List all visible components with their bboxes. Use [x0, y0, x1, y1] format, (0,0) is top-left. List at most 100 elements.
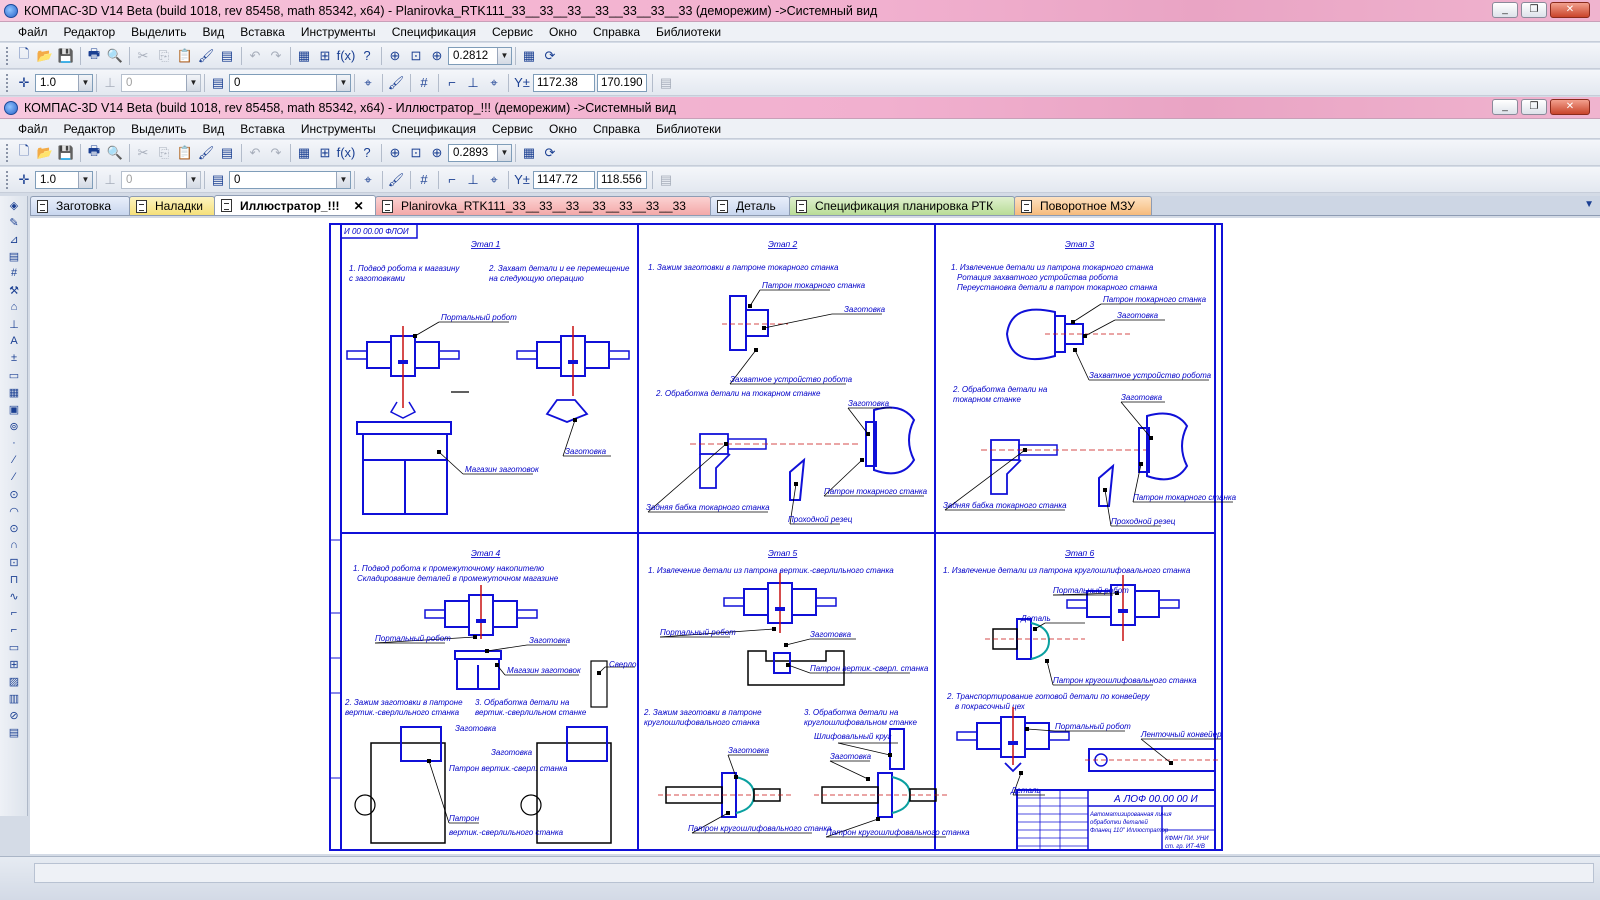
chevron-down-icon[interactable]: ▼: [336, 171, 350, 188]
inner-minimize-button[interactable]: _: [1492, 99, 1518, 115]
tab-5[interactable]: Спецификация планировка РТК: [789, 196, 1015, 215]
toolbar-grip[interactable]: [6, 143, 10, 162]
refresh-icon[interactable]: ⟳: [540, 46, 560, 66]
format-brush-icon[interactable]: 🖌: [386, 73, 406, 93]
zoom-window-icon[interactable]: ⊡: [406, 143, 426, 163]
compact-tool-17-icon[interactable]: ⊙: [4, 486, 24, 502]
compact-tool-5-icon[interactable]: ⚒: [4, 282, 24, 298]
ortho-icon[interactable]: ⊥: [100, 170, 120, 190]
compact-tool-29-icon[interactable]: ▥: [4, 690, 24, 706]
menu-item-9[interactable]: Справка: [585, 25, 648, 39]
cursor-icon[interactable]: ✛: [14, 170, 34, 190]
compact-tool-8-icon[interactable]: A: [4, 333, 24, 349]
chevron-down-icon[interactable]: ▼: [497, 144, 511, 161]
tab-0[interactable]: Заготовка: [30, 196, 130, 215]
grid-icon[interactable]: #: [414, 73, 434, 93]
coord-y-field[interactable]: 170.190: [597, 73, 647, 92]
ortho-icon[interactable]: ⊥: [463, 170, 483, 190]
chevron-down-icon[interactable]: ▼: [186, 74, 200, 91]
compact-tool-26-icon[interactable]: ▭: [4, 639, 24, 655]
compact-tool-9-icon[interactable]: ±: [4, 350, 24, 366]
ortho-icon[interactable]: ⊥: [463, 73, 483, 93]
compact-tool-31-icon[interactable]: ▤: [4, 724, 24, 740]
properties-icon[interactable]: ▤: [656, 170, 676, 190]
format-brush-icon[interactable]: 🖌: [386, 170, 406, 190]
compact-tool-23-icon[interactable]: ∿: [4, 588, 24, 604]
open-folder-icon[interactable]: 📂: [35, 46, 55, 66]
compact-tool-16-icon[interactable]: ⁄: [4, 469, 24, 485]
chevron-down-icon[interactable]: ▼: [497, 47, 511, 64]
copy-icon[interactable]: ⎘: [154, 143, 174, 163]
outer-minimize-button[interactable]: _: [1492, 2, 1518, 18]
menu-item-6[interactable]: Спецификация: [384, 122, 484, 136]
compact-tool-19-icon[interactable]: ⊙: [4, 520, 24, 536]
compact-tool-11-icon[interactable]: ▦: [4, 384, 24, 400]
compact-tool-4-icon[interactable]: #: [4, 265, 24, 281]
coord-y-field[interactable]: 118.556: [597, 170, 647, 189]
menu-item-8[interactable]: Окно: [541, 122, 585, 136]
compact-tool-6-icon[interactable]: ⌂: [4, 299, 24, 315]
coords-icon[interactable]: Y±: [512, 73, 532, 93]
model-tree-icon[interactable]: ▦: [294, 143, 314, 163]
print-icon[interactable]: 🖶: [84, 46, 104, 66]
redo-icon[interactable]: ↷: [266, 143, 286, 163]
tab-2[interactable]: Иллюстратор_!!! ✕: [214, 195, 376, 215]
format-brush-icon[interactable]: 🖌: [196, 46, 216, 66]
scale-combo[interactable]: 1.0 ▼: [35, 170, 93, 189]
menu-item-10[interactable]: Библиотеки: [648, 122, 729, 136]
properties-icon[interactable]: ▤: [208, 73, 228, 93]
compact-tool-13-icon[interactable]: ⊚: [4, 418, 24, 434]
zoom-window-icon[interactable]: ⊡: [406, 46, 426, 66]
compact-tool-18-icon[interactable]: ◠: [4, 503, 24, 519]
new-document-icon[interactable]: 🗋: [14, 143, 34, 163]
coord-x-field[interactable]: 1147.72: [533, 170, 595, 189]
ortho-icon[interactable]: ⊥: [100, 73, 120, 93]
chevron-down-icon[interactable]: ▼: [78, 74, 92, 91]
compact-tool-14-icon[interactable]: ·: [4, 435, 24, 451]
zoom-combo[interactable]: 0.2812 ▼: [448, 46, 512, 65]
snap-icon[interactable]: ⌖: [358, 73, 378, 93]
toolbar-grip[interactable]: [6, 170, 10, 189]
save-icon[interactable]: 💾: [56, 46, 76, 66]
tab-1[interactable]: Наладки: [129, 196, 215, 215]
tab-6[interactable]: Поворотное МЗУ: [1014, 196, 1152, 215]
tab-4[interactable]: Деталь: [710, 196, 790, 215]
angle-combo[interactable]: 0 ▼: [121, 73, 201, 92]
menu-item-6[interactable]: Спецификация: [384, 25, 484, 39]
tabs-menu-arrow-icon[interactable]: ▼: [1584, 199, 1594, 210]
compact-tool-7-icon[interactable]: ⊥: [4, 316, 24, 332]
compact-tool-28-icon[interactable]: ▨: [4, 673, 24, 689]
chevron-down-icon[interactable]: ▼: [78, 171, 92, 188]
compact-tool-24-icon[interactable]: ⌐: [4, 605, 24, 621]
compact-tool-15-icon[interactable]: ⁄: [4, 452, 24, 468]
menu-item-8[interactable]: Окно: [541, 25, 585, 39]
menu-item-2[interactable]: Выделить: [123, 25, 194, 39]
variables-icon[interactable]: ⊞: [315, 143, 335, 163]
toolbar-grip[interactable]: [6, 46, 10, 65]
compact-tool-0-icon[interactable]: ◈: [4, 197, 24, 213]
layer-combo[interactable]: 0 ▼: [229, 73, 351, 92]
menu-item-3[interactable]: Вид: [195, 122, 233, 136]
print-icon[interactable]: 🖶: [84, 143, 104, 163]
zoom-icon[interactable]: ⊕: [427, 143, 447, 163]
tab-3[interactable]: Planirovka_RTK111_33__33__33__33__33__33…: [375, 196, 711, 215]
zoom-icon[interactable]: ⊕: [427, 46, 447, 66]
zoom-fit-icon[interactable]: ⊕: [385, 46, 405, 66]
save-icon[interactable]: 💾: [56, 143, 76, 163]
variables-icon[interactable]: ⊞: [315, 46, 335, 66]
compact-tool-12-icon[interactable]: ▣: [4, 401, 24, 417]
scale-combo[interactable]: 1.0 ▼: [35, 73, 93, 92]
compact-tool-1-icon[interactable]: ✎: [4, 214, 24, 230]
compact-tool-25-icon[interactable]: ⌐: [4, 622, 24, 638]
angle-combo[interactable]: 0 ▼: [121, 170, 201, 189]
open-folder-icon[interactable]: 📂: [35, 143, 55, 163]
local_cs-icon[interactable]: ⌐: [442, 73, 462, 93]
zoom-combo[interactable]: 0.2893 ▼: [448, 143, 512, 162]
menu-item-10[interactable]: Библиотеки: [648, 25, 729, 39]
toolbar-grip[interactable]: [6, 73, 10, 92]
model-tree-icon[interactable]: ▦: [294, 46, 314, 66]
compact-tool-2-icon[interactable]: ⊿: [4, 231, 24, 247]
snap-icon[interactable]: ⌖: [358, 170, 378, 190]
snap-icon[interactable]: ⌖: [484, 170, 504, 190]
menu-item-1[interactable]: Редактор: [56, 25, 124, 39]
